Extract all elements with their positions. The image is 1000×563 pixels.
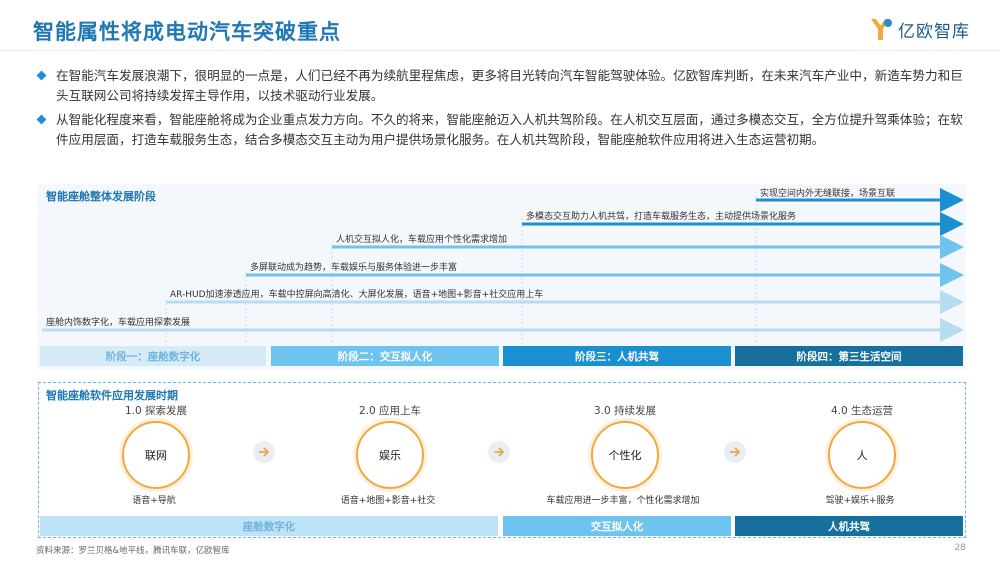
phase-circle-human: 人 [828, 421, 896, 489]
bottom-bar-codriving: 人机共驾 [735, 516, 963, 536]
arrow-label: 实现空间内外无缝联接，场景互联 [760, 189, 896, 199]
phase-label: 1.0 探索发展 [124, 405, 188, 417]
source-note: 资料来源：罗兰贝格&地平线，腾讯车联，亿欧智库 [36, 546, 230, 556]
phase-caption: 车载应用进一步丰富，个性化需求增加 [546, 496, 700, 506]
stage-bar-1: 阶段一：座舱数字化 [40, 346, 266, 366]
bottom-bar-digital: 座舱数字化 [40, 516, 498, 536]
arrow-label: 多模态交互助力人机共驾，打造车载服务生态，主动提供场景化服务 [526, 212, 797, 222]
phase-label: 4.0 生态运营 [830, 405, 894, 417]
bottom-bar-anthropomorphic: 交互拟人化 [503, 516, 731, 536]
phase-caption: 语音+导航 [132, 496, 176, 506]
arrow-right-icon [724, 441, 746, 463]
page-number: 28 [954, 543, 966, 553]
phase-circle-personalization: 个性化 [591, 421, 659, 489]
arrow-label: 人机交互拟人化，车载应用个性化需求增加 [336, 235, 508, 245]
stage-bar-2: 阶段二：交互拟人化 [271, 346, 499, 366]
phase-circle-entertainment: 娱乐 [356, 421, 424, 489]
stage-bar-4: 阶段四：第三生活空间 [735, 346, 963, 366]
phase-label: 3.0 持续发展 [593, 405, 657, 417]
arrow-label: 多屏联动成为趋势，车载娱乐与服务体验进一步丰富 [250, 263, 458, 273]
arrow-right-icon [253, 441, 275, 463]
software-section-title: 智能座舱软件应用发展时期 [46, 389, 178, 402]
phase-label: 2.0 应用上车 [358, 405, 422, 417]
phase-circle-networking: 联网 [122, 421, 190, 489]
phase-caption: 语音+地图+影音+社交 [340, 496, 436, 506]
phase-caption: 驾驶+娱乐+服务 [825, 496, 895, 506]
arrow-label: AR-HUD加速渗透应用，车载中控屏向高清化、大屏化发展，语音+地图+影音+社交… [170, 290, 544, 300]
stage-bar-3: 阶段三：人机共驾 [503, 346, 731, 366]
arrow-right-icon [488, 441, 510, 463]
arrow-label: 座舱内饰数字化，车载应用探索发展 [46, 318, 191, 328]
